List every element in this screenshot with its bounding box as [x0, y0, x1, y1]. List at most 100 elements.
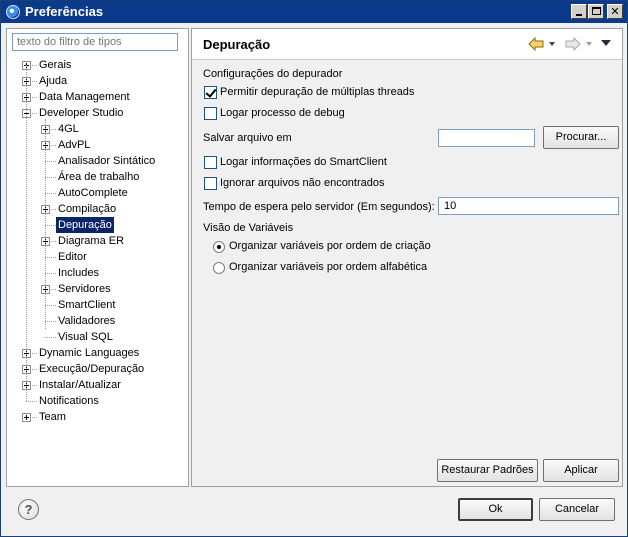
app-icon	[6, 5, 20, 19]
tree-connector	[45, 337, 56, 338]
tree-item-label[interactable]: Depuração	[56, 217, 114, 233]
multi-threads-checkbox[interactable]	[204, 86, 217, 99]
ok-button[interactable]: Ok	[458, 498, 533, 521]
order-alpha-label[interactable]: Organizar variáveis por ordem alfabética	[229, 261, 427, 273]
variables-view-heading: Visão de Variáveis	[203, 222, 294, 234]
close-button[interactable]: ✕	[607, 4, 623, 19]
forward-arrow-icon[interactable]	[565, 37, 581, 51]
maximize-icon	[592, 7, 601, 15]
log-smartclient-label[interactable]: Logar informações do SmartClient	[220, 156, 387, 168]
tree-item-label[interactable]: Diagrama ER	[56, 233, 126, 249]
tree-item-label[interactable]: Execução/Depuração	[37, 361, 146, 377]
tree-item-label[interactable]: Gerais	[37, 57, 73, 73]
window-title: Preferências	[25, 4, 104, 19]
tree-item[interactable]: Includes	[7, 265, 188, 281]
browse-button[interactable]: Procurar...	[543, 126, 619, 149]
tree-connector	[45, 273, 56, 274]
save-file-input[interactable]	[438, 129, 535, 147]
tree-item-label[interactable]: AdvPL	[56, 137, 92, 153]
view-menu-icon[interactable]	[601, 40, 611, 46]
tree-item[interactable]: AdvPL	[7, 137, 188, 153]
tree-item[interactable]: Instalar/Atualizar	[7, 377, 188, 393]
tree-item-label[interactable]: Dynamic Languages	[37, 345, 141, 361]
tree-connector	[45, 177, 56, 178]
back-arrow-icon[interactable]	[528, 37, 544, 51]
log-smartclient-checkbox[interactable]	[204, 156, 217, 169]
restore-defaults-button[interactable]: Restaurar Padrões	[437, 459, 538, 482]
timeout-input[interactable]: 10	[438, 197, 619, 215]
tree-connector	[45, 161, 56, 162]
order-alpha-radio[interactable]	[213, 262, 225, 274]
tree-item[interactable]: Gerais	[7, 57, 188, 73]
tree-item-label[interactable]: Editor	[56, 249, 89, 265]
tree-connector	[45, 193, 56, 194]
order-creation-radio[interactable]	[213, 241, 225, 253]
tree-item[interactable]: Developer Studio	[7, 105, 188, 121]
preferences-tree-panel: GeraisAjudaData ManagementDeveloper Stud…	[6, 28, 189, 487]
tree-item-label[interactable]: Ajuda	[37, 73, 69, 89]
tree-connector	[45, 321, 56, 322]
preferences-window: Preferências ✕ GeraisAjudaData Managemen…	[0, 0, 628, 537]
tree-item-label[interactable]: Área de trabalho	[56, 169, 141, 185]
tree-item[interactable]: Editor	[7, 249, 188, 265]
tree-item-label[interactable]: Visual SQL	[56, 329, 115, 345]
tree-item-label[interactable]: Data Management	[37, 89, 132, 105]
tree-item[interactable]: Compilação	[7, 201, 188, 217]
cancel-button[interactable]: Cancelar	[539, 498, 615, 521]
tree-item[interactable]: Área de trabalho	[7, 169, 188, 185]
tree-connector	[26, 401, 37, 402]
tree-connector	[45, 119, 46, 329]
tree-connector	[26, 65, 27, 401]
tree-item-label[interactable]: Team	[37, 409, 68, 425]
tree-item[interactable]: SmartClient	[7, 297, 188, 313]
tree-item[interactable]: Analisador Sintático	[7, 153, 188, 169]
tree-item[interactable]: Validadores	[7, 313, 188, 329]
tree-item[interactable]: 4GL	[7, 121, 188, 137]
page-header: Depuração	[192, 29, 622, 60]
apply-button[interactable]: Aplicar	[543, 459, 619, 482]
tree-item[interactable]: AutoComplete	[7, 185, 188, 201]
log-debug-label[interactable]: Logar processo de debug	[220, 107, 345, 119]
tree-item[interactable]: Depuração	[7, 217, 188, 233]
tree-item-label[interactable]: Includes	[56, 265, 101, 281]
tree-item[interactable]: Diagrama ER	[7, 233, 188, 249]
tree-item-label[interactable]: Compilação	[56, 201, 118, 217]
maximize-button[interactable]	[588, 4, 604, 19]
help-button[interactable]: ?	[18, 499, 39, 520]
tree-item[interactable]: Ajuda	[7, 73, 188, 89]
forward-history-dropdown-icon[interactable]	[586, 42, 592, 46]
ignore-missing-label[interactable]: Ignorar arquivos não encontrados	[220, 177, 385, 189]
back-history-dropdown-icon[interactable]	[549, 42, 555, 46]
tree-item-label[interactable]: Analisador Sintático	[56, 153, 157, 169]
tree-item-label[interactable]: SmartClient	[56, 297, 117, 313]
tree-item-label[interactable]: Notifications	[37, 393, 101, 409]
log-debug-checkbox[interactable]	[204, 107, 217, 120]
page-title: Depuração	[203, 37, 271, 52]
tree-item[interactable]: Servidores	[7, 281, 188, 297]
tree-item[interactable]: Execução/Depuração	[7, 361, 188, 377]
timeout-label: Tempo de espera pelo servidor (Em segund…	[203, 201, 435, 213]
tree-item-label[interactable]: Servidores	[56, 281, 113, 297]
filter-input[interactable]	[12, 33, 178, 51]
ignore-missing-checkbox[interactable]	[204, 177, 217, 190]
close-icon: ✕	[610, 5, 620, 18]
save-file-label: Salvar arquivo em	[203, 132, 292, 144]
minimize-button[interactable]	[571, 4, 587, 19]
tree-item[interactable]: Data Management	[7, 89, 188, 105]
tree-item-label[interactable]: Developer Studio	[37, 105, 125, 121]
tree-item-label[interactable]: AutoComplete	[56, 185, 130, 201]
tree-item[interactable]: Team	[7, 409, 188, 425]
tree-item[interactable]: Dynamic Languages	[7, 345, 188, 361]
multi-threads-label[interactable]: Permitir depuração de múltiplas threads	[220, 86, 414, 98]
tree-item-label[interactable]: Validadores	[56, 313, 117, 329]
debugger-settings-heading: Configurações do depurador	[203, 68, 343, 80]
tree-item-label[interactable]: 4GL	[56, 121, 81, 137]
tree-item[interactable]: Visual SQL	[7, 329, 188, 345]
tree-item-label[interactable]: Instalar/Atualizar	[37, 377, 123, 393]
order-creation-label[interactable]: Organizar variáveis por ordem de criação	[229, 240, 431, 252]
minimize-icon	[576, 14, 582, 16]
tree-item[interactable]: Notifications	[7, 393, 188, 409]
expand-icon[interactable]	[22, 413, 31, 422]
title-bar[interactable]: Preferências ✕	[1, 1, 627, 23]
tree-connector	[45, 257, 56, 258]
